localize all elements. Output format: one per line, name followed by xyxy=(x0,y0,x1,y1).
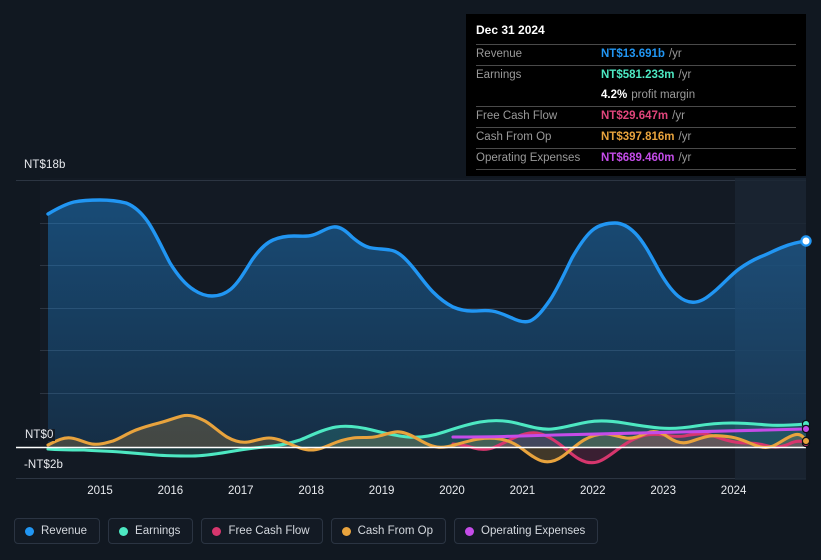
x-axis-tick-2016: 2016 xyxy=(157,485,184,497)
legend-color-dot-icon xyxy=(25,526,34,536)
tooltip-row-unit: /yr xyxy=(678,69,692,81)
legend-color-dot-icon xyxy=(465,526,475,536)
tooltip-row-key: Cash From Op xyxy=(476,131,552,143)
tooltip-footer-rule xyxy=(476,169,796,170)
x-axis-tick-2019: 2019 xyxy=(368,485,395,497)
legend-item-label: Free Cash Flow xyxy=(228,525,310,537)
tooltip-row-unit: profit margin xyxy=(631,89,696,101)
tooltip-row-value: NT$581.233m xyxy=(601,69,675,81)
legend-item-label: Earnings xyxy=(135,525,181,537)
legend-item-free-cash-flow[interactable]: Free Cash Flow xyxy=(201,518,323,544)
x-axis-tick-2015: 2015 xyxy=(87,485,113,497)
tooltip-row-value: NT$689.460m xyxy=(601,152,675,164)
tooltip-row-key: Revenue xyxy=(476,48,523,60)
legend-color-dot-icon xyxy=(341,526,351,536)
legend-item-cash-from-op[interactable]: Cash From Op xyxy=(330,518,447,544)
tooltip-row: Free Cash Flow NT$29.647m/yr xyxy=(476,106,796,127)
cash-from-op-endpoint-marker xyxy=(801,436,811,446)
operating-expenses-endpoint-marker xyxy=(801,424,811,434)
tooltip-row-unit: /yr xyxy=(668,48,682,60)
x-axis-tick-2022: 2022 xyxy=(580,485,606,497)
tooltip-row-unit: /yr xyxy=(678,131,692,143)
tooltip-row-value: 4.2% xyxy=(601,89,628,101)
legend-item-label: Revenue xyxy=(41,525,88,537)
tooltip-rows: Revenue NT$13.691b/yr Earnings NT$581.233m /… xyxy=(476,44,796,169)
tooltip-row: Cash From Op NT$397.816m/yr xyxy=(476,127,796,148)
tooltip-row-value: NT$29.647m xyxy=(601,110,669,122)
tooltip-row: Revenue NT$13.691b/yr xyxy=(476,44,796,65)
revenue-endpoint-marker xyxy=(800,235,812,247)
x-axis-tick-2018: 2018 xyxy=(298,485,324,497)
tooltip-row-value: NT$13.691b xyxy=(601,48,665,60)
tooltip-row-key: Earnings xyxy=(476,69,522,81)
tooltip-row-unit: /yr xyxy=(672,110,685,122)
tooltip-row-unit: /yr xyxy=(678,152,692,164)
x-axis-tick-2021: 2021 xyxy=(509,485,536,497)
legend-item-label: Cash From Op xyxy=(357,525,434,537)
x-axis-tick-2024: 2024 xyxy=(720,485,747,497)
tooltip-title: Dec 31 2024 xyxy=(476,23,545,37)
legend-item-revenue[interactable]: Revenue xyxy=(14,518,101,544)
tooltip-row: 4.2% profit margin xyxy=(476,86,796,106)
y-axis-label-18b: NT$18b xyxy=(24,159,66,171)
data-tooltip: Dec 31 2024 Revenue NT$13.691b/yr Earnings… xyxy=(466,14,806,176)
y-axis-label-minus2b: -NT$2b xyxy=(24,459,63,471)
legend-item-label: Operating Expenses xyxy=(481,525,586,537)
x-axis-tick-2023: 2023 xyxy=(650,485,676,497)
chart-legend[interactable]: Revenue Earnings Free Cash Flow Cash From O… xyxy=(14,518,599,544)
tooltip-row-key: Free Cash Flow xyxy=(476,110,558,122)
tooltip-row-key: Operating Expenses xyxy=(476,152,581,164)
legend-color-dot-icon xyxy=(212,526,222,536)
y-axis-label-0: NT$0 xyxy=(24,429,55,441)
x-axis-tick-2017: 2017 xyxy=(228,485,254,497)
legend-color-dot-icon xyxy=(119,526,129,536)
legend-item-operating-expenses[interactable]: Operating Expenses xyxy=(454,518,599,544)
tooltip-row: Operating Expenses NT$689.460m/yr xyxy=(476,148,796,169)
tooltip-row-value: NT$397.816m xyxy=(601,131,675,143)
tooltip-row: Earnings NT$581.233m/yr xyxy=(476,65,796,86)
legend-item-earnings[interactable]: Earnings xyxy=(108,518,194,544)
financial-chart: NT$18b NT$0 -NT$2b 2015 2016 2017 2018 2019 2… xyxy=(0,0,821,560)
x-axis-tick-2020: 2020 xyxy=(439,485,465,497)
